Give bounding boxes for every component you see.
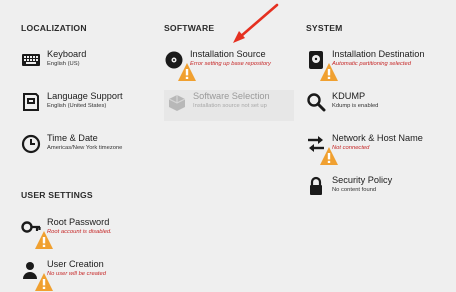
clock-icon [21, 134, 41, 154]
spoke-security-status: No content found [332, 187, 377, 193]
warning-icon [319, 146, 338, 165]
spoke-installation-source-status: Error setting up base repository [190, 61, 271, 67]
system-heading: SYSTEM [306, 23, 343, 33]
spoke-language-status: English (United States) [47, 103, 107, 109]
spoke-root-password[interactable]: Root Password Root account is disabled. [21, 217, 112, 249]
package-icon [167, 92, 187, 112]
spoke-network-hostname[interactable]: Network & Host Name Not connected [306, 133, 423, 165]
user-icon [21, 260, 53, 291]
warning-icon [177, 62, 196, 81]
spoke-security-policy[interactable]: Security Policy No content found [306, 175, 392, 196]
spoke-network-label: Network & Host Name [332, 133, 423, 143]
software-heading: SOFTWARE [164, 23, 215, 33]
spoke-installation-destination-label: Installation Destination [332, 49, 425, 59]
spoke-user-creation-label: User Creation [47, 259, 104, 269]
harddisk-icon [306, 50, 338, 81]
spoke-network-status: Not connected [332, 145, 370, 151]
spoke-kdump[interactable]: KDUMP Kdump is enabled [306, 91, 378, 112]
spoke-security-label: Security Policy [332, 175, 393, 185]
spoke-software-selection[interactable]: Software Selection Installation source n… [164, 90, 294, 121]
spoke-installation-destination-status: Automatic partitioning selected [332, 61, 411, 67]
spoke-software-selection-label: Software Selection [193, 91, 270, 101]
lock-icon [306, 176, 326, 196]
spoke-user-creation[interactable]: User Creation No user will be created [21, 259, 106, 291]
spoke-keyboard-status: English (US) [47, 61, 80, 67]
spoke-kdump-status: Kdump is enabled [332, 103, 379, 109]
spoke-user-creation-status: No user will be created [47, 271, 106, 277]
spoke-software-selection-status: Installation source not set up [193, 103, 267, 109]
warning-icon [34, 230, 53, 249]
localization-heading: LOCALIZATION [21, 23, 87, 33]
keyboard-icon [21, 50, 41, 70]
spoke-root-password-label: Root Password [47, 217, 110, 227]
spoke-installation-source[interactable]: Installation Source Error setting up bas… [164, 49, 271, 81]
key-icon [21, 218, 53, 249]
spoke-installation-source-label: Installation Source [190, 49, 266, 59]
disc-icon [164, 50, 196, 81]
warning-icon [319, 62, 338, 81]
spoke-root-password-status: Root account is disabled. [47, 229, 112, 235]
language-icon [21, 92, 41, 112]
spoke-kdump-label: KDUMP [332, 91, 366, 101]
spoke-keyboard-label: Keyboard [47, 49, 87, 59]
search-icon [306, 92, 326, 112]
spoke-time-date-label: Time & Date [47, 133, 98, 143]
spoke-language-support[interactable]: Language Support English (United States) [21, 91, 123, 112]
spoke-language-label: Language Support [47, 91, 123, 101]
network-arrows-icon [306, 134, 338, 165]
warning-icon [34, 272, 53, 291]
spoke-keyboard[interactable]: Keyboard English (US) [21, 49, 86, 70]
user-settings-heading: USER SETTINGS [21, 190, 93, 200]
spoke-installation-destination[interactable]: Installation Destination Automatic parti… [306, 49, 425, 81]
spoke-time-date[interactable]: Time & Date Americas/New York timezone [21, 133, 122, 154]
spoke-time-date-status: Americas/New York timezone [47, 145, 123, 151]
